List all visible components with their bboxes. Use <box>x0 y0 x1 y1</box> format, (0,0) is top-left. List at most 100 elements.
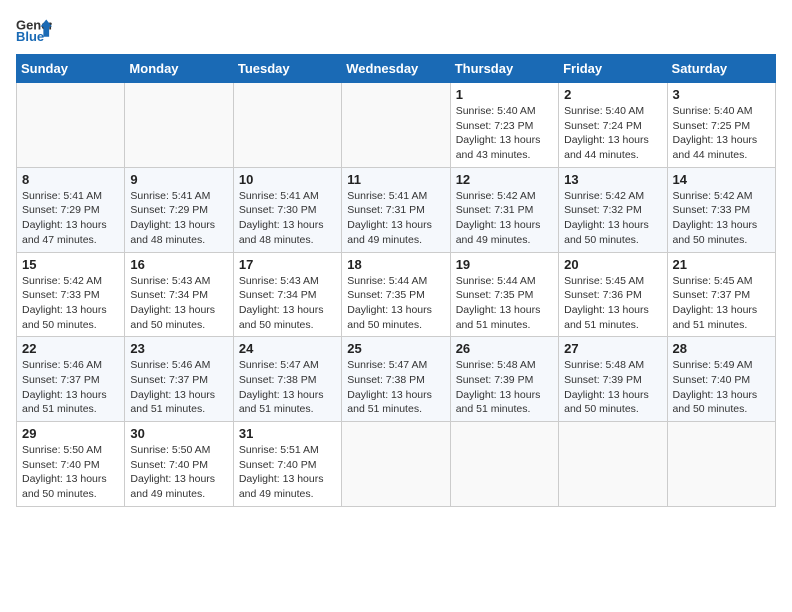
day-info: Sunrise: 5:43 AMSunset: 7:34 PMDaylight:… <box>239 274 336 333</box>
day-number: 1 <box>456 87 553 102</box>
day-info: Sunrise: 5:42 AMSunset: 7:33 PMDaylight:… <box>673 189 770 248</box>
day-number: 22 <box>22 341 119 356</box>
day-header-tuesday: Tuesday <box>233 55 341 83</box>
calendar-cell: 26 Sunrise: 5:48 AMSunset: 7:39 PMDayligh… <box>450 337 558 422</box>
day-number: 14 <box>673 172 770 187</box>
day-number: 31 <box>239 426 336 441</box>
day-number: 29 <box>22 426 119 441</box>
day-info: Sunrise: 5:50 AMSunset: 7:40 PMDaylight:… <box>130 443 227 502</box>
day-info: Sunrise: 5:40 AMSunset: 7:23 PMDaylight:… <box>456 104 553 163</box>
day-info: Sunrise: 5:47 AMSunset: 7:38 PMDaylight:… <box>239 358 336 417</box>
day-header-thursday: Thursday <box>450 55 558 83</box>
day-info: Sunrise: 5:47 AMSunset: 7:38 PMDaylight:… <box>347 358 444 417</box>
day-number: 10 <box>239 172 336 187</box>
day-header-monday: Monday <box>125 55 233 83</box>
calendar-cell: 2 Sunrise: 5:40 AMSunset: 7:24 PMDaylight… <box>559 83 667 168</box>
calendar-cell: 1 Sunrise: 5:40 AMSunset: 7:23 PMDaylight… <box>450 83 558 168</box>
day-info: Sunrise: 5:41 AMSunset: 7:30 PMDaylight:… <box>239 189 336 248</box>
day-info: Sunrise: 5:44 AMSunset: 7:35 PMDaylight:… <box>456 274 553 333</box>
calendar-cell: 17 Sunrise: 5:43 AMSunset: 7:34 PMDayligh… <box>233 252 341 337</box>
calendar-cell: 22 Sunrise: 5:46 AMSunset: 7:37 PMDayligh… <box>17 337 125 422</box>
day-info: Sunrise: 5:41 AMSunset: 7:29 PMDaylight:… <box>130 189 227 248</box>
day-info: Sunrise: 5:50 AMSunset: 7:40 PMDaylight:… <box>22 443 119 502</box>
day-number: 11 <box>347 172 444 187</box>
page-header: General Blue <box>16 16 776 46</box>
day-info: Sunrise: 5:40 AMSunset: 7:24 PMDaylight:… <box>564 104 661 163</box>
day-number: 8 <box>22 172 119 187</box>
calendar-cell: 27 Sunrise: 5:48 AMSunset: 7:39 PMDayligh… <box>559 337 667 422</box>
calendar-cell: 15 Sunrise: 5:42 AMSunset: 7:33 PMDayligh… <box>17 252 125 337</box>
calendar-cell <box>342 422 450 507</box>
day-number: 28 <box>673 341 770 356</box>
week-row-1: 1 Sunrise: 5:40 AMSunset: 7:23 PMDaylight… <box>17 83 776 168</box>
calendar-cell: 16 Sunrise: 5:43 AMSunset: 7:34 PMDayligh… <box>125 252 233 337</box>
calendar-cell: 19 Sunrise: 5:44 AMSunset: 7:35 PMDayligh… <box>450 252 558 337</box>
week-row-4: 22 Sunrise: 5:46 AMSunset: 7:37 PMDayligh… <box>17 337 776 422</box>
day-number: 23 <box>130 341 227 356</box>
calendar-cell <box>125 83 233 168</box>
day-number: 3 <box>673 87 770 102</box>
calendar-table: SundayMondayTuesdayWednesdayThursdayFrid… <box>16 54 776 507</box>
calendar-cell <box>450 422 558 507</box>
day-number: 9 <box>130 172 227 187</box>
calendar-cell: 30 Sunrise: 5:50 AMSunset: 7:40 PMDayligh… <box>125 422 233 507</box>
calendar-cell: 3 Sunrise: 5:40 AMSunset: 7:25 PMDaylight… <box>667 83 775 168</box>
day-info: Sunrise: 5:48 AMSunset: 7:39 PMDaylight:… <box>564 358 661 417</box>
day-info: Sunrise: 5:41 AMSunset: 7:31 PMDaylight:… <box>347 189 444 248</box>
day-info: Sunrise: 5:45 AMSunset: 7:37 PMDaylight:… <box>673 274 770 333</box>
day-info: Sunrise: 5:44 AMSunset: 7:35 PMDaylight:… <box>347 274 444 333</box>
calendar-cell <box>342 83 450 168</box>
week-row-2: 8 Sunrise: 5:41 AMSunset: 7:29 PMDaylight… <box>17 167 776 252</box>
svg-text:Blue: Blue <box>16 29 44 44</box>
day-info: Sunrise: 5:40 AMSunset: 7:25 PMDaylight:… <box>673 104 770 163</box>
calendar-cell: 14 Sunrise: 5:42 AMSunset: 7:33 PMDayligh… <box>667 167 775 252</box>
calendar-cell <box>559 422 667 507</box>
calendar-cell: 24 Sunrise: 5:47 AMSunset: 7:38 PMDayligh… <box>233 337 341 422</box>
logo-icon: General Blue <box>16 16 52 46</box>
day-info: Sunrise: 5:46 AMSunset: 7:37 PMDaylight:… <box>130 358 227 417</box>
day-number: 19 <box>456 257 553 272</box>
day-number: 16 <box>130 257 227 272</box>
day-number: 17 <box>239 257 336 272</box>
calendar-cell: 11 Sunrise: 5:41 AMSunset: 7:31 PMDayligh… <box>342 167 450 252</box>
calendar-cell: 21 Sunrise: 5:45 AMSunset: 7:37 PMDayligh… <box>667 252 775 337</box>
day-number: 13 <box>564 172 661 187</box>
day-number: 24 <box>239 341 336 356</box>
day-info: Sunrise: 5:49 AMSunset: 7:40 PMDaylight:… <box>673 358 770 417</box>
day-header-wednesday: Wednesday <box>342 55 450 83</box>
day-info: Sunrise: 5:43 AMSunset: 7:34 PMDaylight:… <box>130 274 227 333</box>
day-number: 21 <box>673 257 770 272</box>
day-info: Sunrise: 5:46 AMSunset: 7:37 PMDaylight:… <box>22 358 119 417</box>
day-number: 20 <box>564 257 661 272</box>
calendar-cell: 31 Sunrise: 5:51 AMSunset: 7:40 PMDayligh… <box>233 422 341 507</box>
day-number: 26 <box>456 341 553 356</box>
calendar-cell <box>17 83 125 168</box>
calendar-cell: 18 Sunrise: 5:44 AMSunset: 7:35 PMDayligh… <box>342 252 450 337</box>
day-header-friday: Friday <box>559 55 667 83</box>
day-number: 30 <box>130 426 227 441</box>
day-number: 18 <box>347 257 444 272</box>
calendar-cell: 9 Sunrise: 5:41 AMSunset: 7:29 PMDaylight… <box>125 167 233 252</box>
calendar-cell: 13Sunrise: 5:42 AMSunset: 7:32 PMDayligh… <box>559 167 667 252</box>
calendar-cell <box>233 83 341 168</box>
day-header-saturday: Saturday <box>667 55 775 83</box>
calendar-cell: 12Sunrise: 5:42 AMSunset: 7:31 PMDayligh… <box>450 167 558 252</box>
day-info: Sunrise: 5:51 AMSunset: 7:40 PMDaylight:… <box>239 443 336 502</box>
day-number: 27 <box>564 341 661 356</box>
day-info: Sunrise: 5:41 AMSunset: 7:29 PMDaylight:… <box>22 189 119 248</box>
day-info: Sunrise: 5:48 AMSunset: 7:39 PMDaylight:… <box>456 358 553 417</box>
day-info: Sunrise: 5:42 AMSunset: 7:33 PMDaylight:… <box>22 274 119 333</box>
day-info: Sunrise: 5:45 AMSunset: 7:36 PMDaylight:… <box>564 274 661 333</box>
day-info: Sunrise: 5:42 AMSunset: 7:31 PMDaylight:… <box>456 189 553 248</box>
calendar-cell: 28 Sunrise: 5:49 AMSunset: 7:40 PMDayligh… <box>667 337 775 422</box>
day-number: 2 <box>564 87 661 102</box>
calendar-cell: 20 Sunrise: 5:45 AMSunset: 7:36 PMDayligh… <box>559 252 667 337</box>
calendar-cell: 29 Sunrise: 5:50 AMSunset: 7:40 PMDayligh… <box>17 422 125 507</box>
calendar-cell: 23 Sunrise: 5:46 AMSunset: 7:37 PMDayligh… <box>125 337 233 422</box>
calendar-body: 1 Sunrise: 5:40 AMSunset: 7:23 PMDaylight… <box>17 83 776 507</box>
day-number: 25 <box>347 341 444 356</box>
week-row-3: 15 Sunrise: 5:42 AMSunset: 7:33 PMDayligh… <box>17 252 776 337</box>
day-number: 15 <box>22 257 119 272</box>
calendar-cell: 8 Sunrise: 5:41 AMSunset: 7:29 PMDaylight… <box>17 167 125 252</box>
week-row-5: 29 Sunrise: 5:50 AMSunset: 7:40 PMDayligh… <box>17 422 776 507</box>
